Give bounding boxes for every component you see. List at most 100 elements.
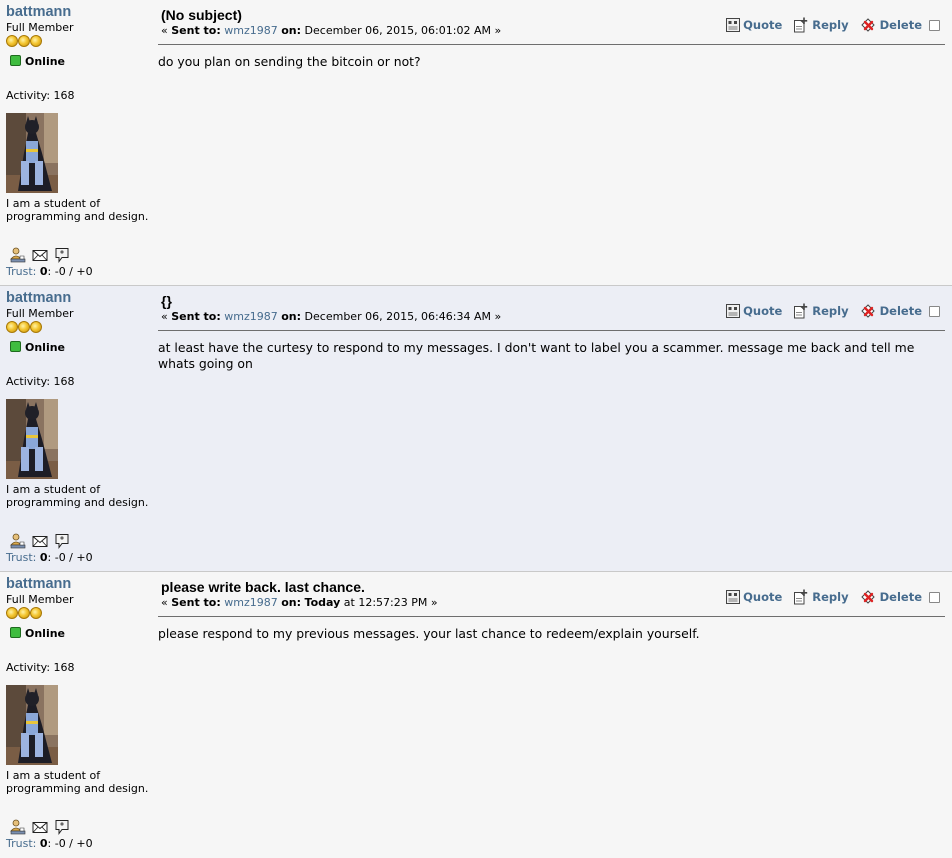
reply-icon: [794, 303, 808, 319]
date-bold: Today: [304, 596, 341, 609]
header-divider: [158, 330, 945, 331]
member-rank: Full Member: [6, 593, 74, 606]
delete-button[interactable]: Delete: [860, 303, 922, 319]
message-meta: « Sent to: wmz1987 on: Today at 12:57:23…: [161, 596, 438, 609]
online-status: Online: [10, 55, 65, 68]
quote-button[interactable]: Quote: [726, 18, 782, 32]
on-label: on:: [281, 596, 302, 609]
online-indicator-icon: [10, 55, 21, 66]
recipient-link[interactable]: wmz1987: [224, 310, 277, 323]
reply-label: Reply: [812, 18, 849, 32]
online-indicator-icon: [10, 341, 21, 352]
meta-close-quote: »: [490, 24, 502, 37]
coin-icon: [30, 35, 42, 47]
message-subject: please write back. last chance.: [161, 579, 365, 595]
header-divider: [158, 44, 945, 45]
online-label: Online: [25, 627, 66, 640]
quote-button[interactable]: Quote: [726, 304, 782, 318]
meta-open-quote: «: [161, 596, 172, 609]
meta-open-quote: «: [161, 24, 172, 37]
activity-count: Activity: 168: [6, 661, 75, 674]
quote-icon: [726, 590, 741, 604]
quote-label: Quote: [743, 18, 783, 32]
online-label: Online: [25, 55, 66, 68]
message-subject: {}: [161, 293, 172, 309]
speech-bubble-icon[interactable]: [54, 819, 70, 835]
message-actions: Quote Reply Delete: [726, 589, 940, 605]
rank-coins: [6, 607, 42, 619]
envelope-icon[interactable]: [32, 247, 48, 263]
coin-icon: [18, 321, 30, 333]
delete-label: Delete: [879, 590, 922, 604]
message-body: at least have the curtesy to respond to …: [158, 340, 915, 371]
envelope-icon[interactable]: [32, 819, 48, 835]
speech-bubble-icon[interactable]: [54, 533, 70, 549]
online-indicator-icon: [10, 627, 21, 638]
trust-feedback: : -0 / +0: [47, 837, 93, 850]
speech-bubble-icon[interactable]: [54, 247, 70, 263]
username-link[interactable]: battmann: [6, 3, 156, 21]
coin-icon: [6, 35, 18, 47]
sent-to-label: Sent to:: [171, 310, 221, 323]
avatar: [6, 113, 58, 193]
avatar-image: [6, 685, 58, 765]
envelope-icon[interactable]: [32, 533, 48, 549]
username-link[interactable]: battmann: [6, 289, 156, 307]
coin-icon: [30, 607, 42, 619]
username-link[interactable]: battmann: [6, 575, 156, 593]
sent-to-label: Sent to:: [171, 24, 221, 37]
personal-text: I am a student of programming and design…: [6, 769, 149, 795]
trust-score: Trust: 0: -0 / +0: [6, 265, 93, 278]
quote-icon: [726, 18, 741, 32]
activity-count: Activity: 168: [6, 89, 75, 102]
delete-icon: [860, 590, 875, 604]
select-message-checkbox[interactable]: [929, 19, 940, 31]
trust-value: 0: [39, 837, 48, 850]
reply-button[interactable]: Reply: [793, 589, 849, 605]
avatar-image: [6, 113, 58, 193]
quote-label: Quote: [743, 304, 783, 318]
message-list: battmann Full Member Online Activity: 16…: [0, 0, 952, 858]
trust-value: 0: [39, 551, 48, 564]
trust-feedback: : -0 / +0: [47, 551, 93, 564]
profile-icons: [10, 533, 76, 549]
select-message-checkbox[interactable]: [929, 305, 940, 317]
delete-button[interactable]: Delete: [860, 17, 922, 33]
delete-button[interactable]: Delete: [860, 589, 922, 605]
recipient-link[interactable]: wmz1987: [224, 24, 277, 37]
recipient-link[interactable]: wmz1987: [224, 596, 277, 609]
coin-icon: [30, 321, 42, 333]
activity-count: Activity: 168: [6, 375, 75, 388]
delete-icon: [860, 304, 875, 318]
select-message-checkbox[interactable]: [929, 591, 940, 603]
message-subject: (No subject): [161, 7, 242, 23]
personal-text: I am a student of programming and design…: [6, 197, 149, 223]
delete-label: Delete: [879, 18, 922, 32]
reply-button[interactable]: Reply: [793, 303, 849, 319]
profile-icons: [10, 247, 76, 263]
trust-value: 0: [39, 265, 48, 278]
quote-button[interactable]: Quote: [726, 590, 782, 604]
reply-button[interactable]: Reply: [793, 17, 849, 33]
message: battmann Full Member Online Activity: 16…: [0, 286, 952, 572]
online-status: Online: [10, 627, 65, 640]
profile-icon[interactable]: [10, 819, 26, 835]
message: battmann Full Member Online Activity: 16…: [0, 0, 952, 286]
meta-close-quote: »: [490, 310, 502, 323]
trust-label[interactable]: Trust:: [6, 551, 36, 564]
profile-icons: [10, 819, 76, 835]
reply-label: Reply: [812, 304, 849, 318]
trust-label[interactable]: Trust:: [6, 837, 36, 850]
reply-icon: [794, 589, 808, 605]
message-body: please respond to my previous messages. …: [158, 626, 700, 641]
profile-icon[interactable]: [10, 247, 26, 263]
coin-icon: [18, 607, 30, 619]
reply-icon: [794, 17, 808, 33]
profile-icon[interactable]: [10, 533, 26, 549]
trust-score: Trust: 0: -0 / +0: [6, 551, 93, 564]
trust-score: Trust: 0: -0 / +0: [6, 837, 93, 850]
quote-icon: [726, 304, 741, 318]
trust-label[interactable]: Trust:: [6, 265, 36, 278]
message-actions: Quote Reply Delete: [726, 303, 940, 319]
coin-icon: [6, 607, 18, 619]
